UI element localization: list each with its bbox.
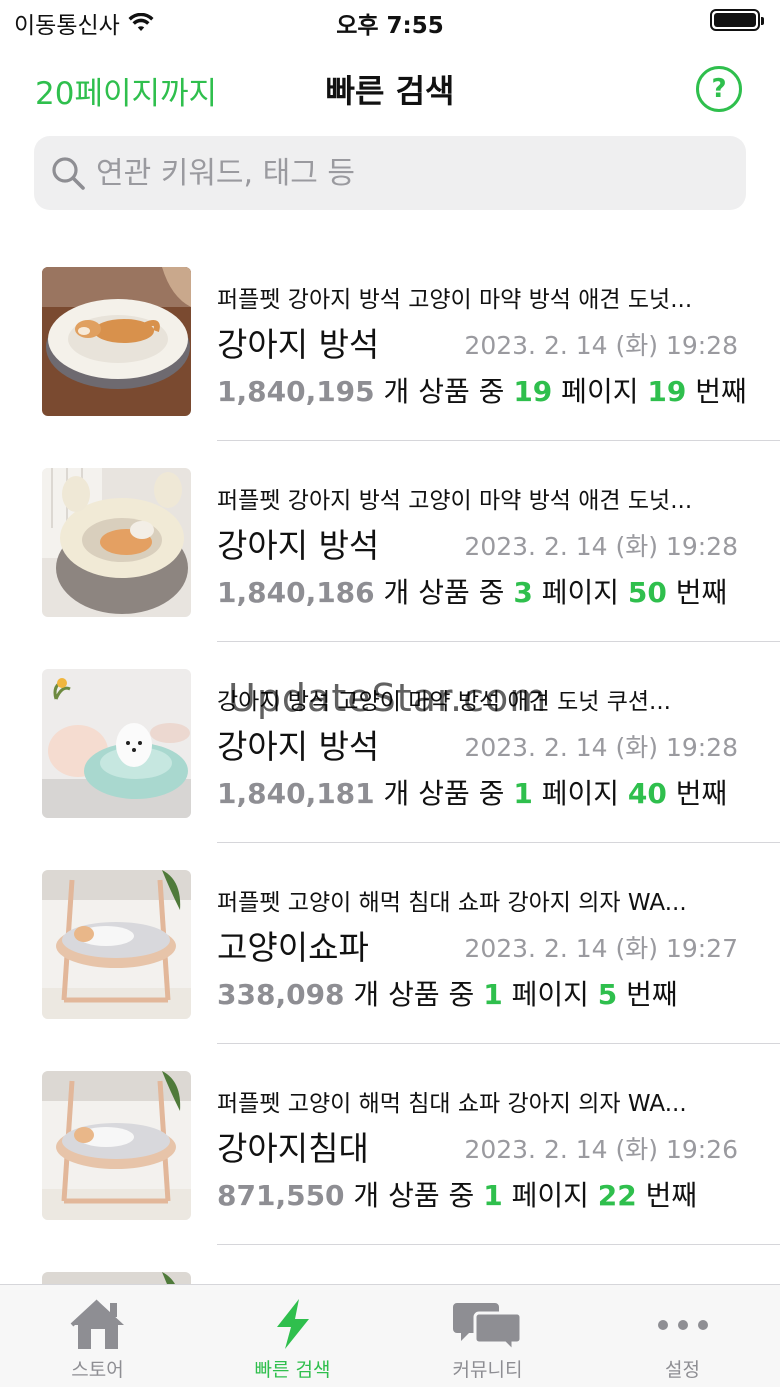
product-thumbnail	[42, 1071, 191, 1220]
stats-text-3: 번째	[686, 375, 747, 408]
list-item[interactable]: 퍼플펫 고양이 해먹 침대 쇼파 강아지 의자 WA... 강아지침대 2023…	[0, 1044, 780, 1245]
stats-text-3: 번째	[617, 978, 678, 1011]
lightning-icon	[276, 1299, 309, 1349]
help-icon: ?	[711, 74, 727, 104]
tab-settings[interactable]: 설정	[585, 1285, 780, 1387]
search-keyword: 강아지 방석	[217, 325, 380, 364]
product-title: 퍼플펫 고양이 해먹 침대 쇼파 강아지 의자 WA...	[217, 890, 687, 916]
stats-text-2: 페이지	[532, 777, 628, 810]
rank-summary: 1,840,181 개 상품 중 1 페이지 40 번째	[217, 772, 727, 812]
product-title: 강아지 방석 고양이 마약 방석 애견 도넛 쿠션...	[217, 689, 671, 715]
status-time: 오후 7:55	[336, 13, 444, 39]
rank-summary: 871,550 개 상품 중 1 페이지 22 번째	[217, 1174, 697, 1214]
rank-summary: 1,840,195 개 상품 중 19 페이지 19 번째	[217, 370, 747, 410]
search-date: 2023. 2. 14 (화) 19:28	[464, 331, 738, 360]
page-number: 19	[513, 375, 553, 408]
stats-text-1: 개 상품 중	[344, 1179, 484, 1212]
chat-bubbles-icon	[452, 1303, 522, 1351]
status-bar: 이동통신사 오후 7:55	[0, 0, 780, 44]
stats-text-2: 페이지	[502, 1179, 598, 1212]
total-product-count: 338,098	[217, 978, 345, 1011]
search-keyword: 고양이쇼파	[217, 928, 369, 967]
search-date: 2023. 2. 14 (화) 19:27	[464, 934, 738, 963]
battery-icon	[710, 9, 764, 31]
list-item[interactable]: 퍼플펫 강아지 방석 고양이 마약 방석 애견 도넛... 강아지 방석 202…	[0, 441, 780, 642]
list-item[interactable]: 강아지 방석 고양이 마약 방석 애견 도넛 쿠션... 강아지 방석 2023…	[0, 642, 780, 843]
total-product-count: 1,840,181	[217, 777, 375, 810]
rank-number: 40	[627, 777, 667, 810]
search-keyword: 강아지 방석	[217, 526, 380, 565]
stats-text-3: 번째	[636, 1179, 698, 1212]
product-thumbnail	[42, 267, 191, 416]
tab-label: 스토어	[71, 1359, 124, 1381]
tab-label: 설정	[665, 1359, 700, 1381]
search-history-list: 퍼플펫 강아지 방석 고양이 마약 방석 애견 도넛... 강아지 방석 202…	[0, 240, 780, 1387]
list-item[interactable]: 퍼플펫 강아지 방석 고양이 마약 방석 애견 도넛... 강아지 방석 202…	[0, 240, 780, 441]
stats-text-2: 페이지	[502, 978, 598, 1011]
stats-text-3: 번째	[666, 576, 728, 609]
search-keyword: 강아지 방석	[217, 727, 380, 766]
tab-store[interactable]: 스토어	[0, 1285, 195, 1387]
help-button[interactable]: ?	[696, 66, 742, 112]
stats-text-1: 개 상품 중	[374, 777, 514, 810]
rank-summary: 338,098 개 상품 중 1 페이지 5 번째	[217, 973, 678, 1013]
stats-text-3: 번째	[666, 777, 728, 810]
search-date: 2023. 2. 14 (화) 19:28	[464, 532, 738, 561]
search-keyword: 강아지침대	[217, 1129, 369, 1168]
list-item[interactable]: 퍼플펫 고양이 해먹 침대 쇼파 강아지 의자 WA... 고양이쇼파 2023…	[0, 843, 780, 1044]
product-thumbnail	[42, 468, 191, 617]
stats-text-2: 페이지	[532, 576, 628, 609]
product-title: 퍼플펫 강아지 방석 고양이 마약 방석 애견 도넛...	[217, 287, 693, 313]
tab-label: 커뮤니티	[452, 1359, 523, 1381]
stats-text-1: 개 상품 중	[374, 576, 514, 609]
search-date: 2023. 2. 14 (화) 19:26	[464, 1135, 738, 1164]
search-date: 2023. 2. 14 (화) 19:28	[464, 733, 738, 762]
rank-number: 50	[627, 576, 667, 609]
search-icon	[52, 157, 85, 190]
house-icon	[70, 1299, 124, 1349]
product-title: 퍼플펫 고양이 해먹 침대 쇼파 강아지 의자 WA...	[217, 1091, 687, 1117]
rank-number: 22	[597, 1179, 637, 1212]
product-thumbnail	[42, 870, 191, 1019]
page-number: 1	[513, 777, 533, 810]
page-number: 1	[483, 1179, 503, 1212]
product-title: 퍼플펫 강아지 방석 고양이 마약 방석 애견 도넛...	[217, 488, 693, 514]
navigation-bar: 20페이지까지 빠른 검색 ?	[0, 56, 780, 120]
tab-bar: 스토어 빠른 검색 커뮤니티 설정	[0, 1284, 780, 1387]
rank-number: 5	[597, 978, 618, 1011]
rank-summary: 1,840,186 개 상품 중 3 페이지 50 번째	[217, 571, 727, 611]
more-dots-icon	[657, 1320, 708, 1330]
rank-number: 19	[647, 375, 687, 408]
stats-text-2: 페이지	[552, 375, 648, 408]
page-number: 1	[483, 978, 503, 1011]
total-product-count: 871,550	[217, 1179, 345, 1212]
tab-community[interactable]: 커뮤니티	[390, 1285, 585, 1387]
stats-text-1: 개 상품 중	[374, 375, 514, 408]
page-title: 빠른 검색	[325, 72, 455, 110]
search-input[interactable]	[96, 155, 696, 191]
total-product-count: 1,840,195	[217, 375, 375, 408]
product-thumbnail	[42, 669, 191, 818]
tab-label: 빠른 검색	[254, 1359, 331, 1381]
total-product-count: 1,840,186	[217, 576, 375, 609]
tab-quick-search[interactable]: 빠른 검색	[195, 1285, 390, 1387]
stats-text-1: 개 상품 중	[344, 978, 484, 1011]
page-number: 3	[513, 576, 533, 609]
search-bar[interactable]	[34, 136, 746, 210]
